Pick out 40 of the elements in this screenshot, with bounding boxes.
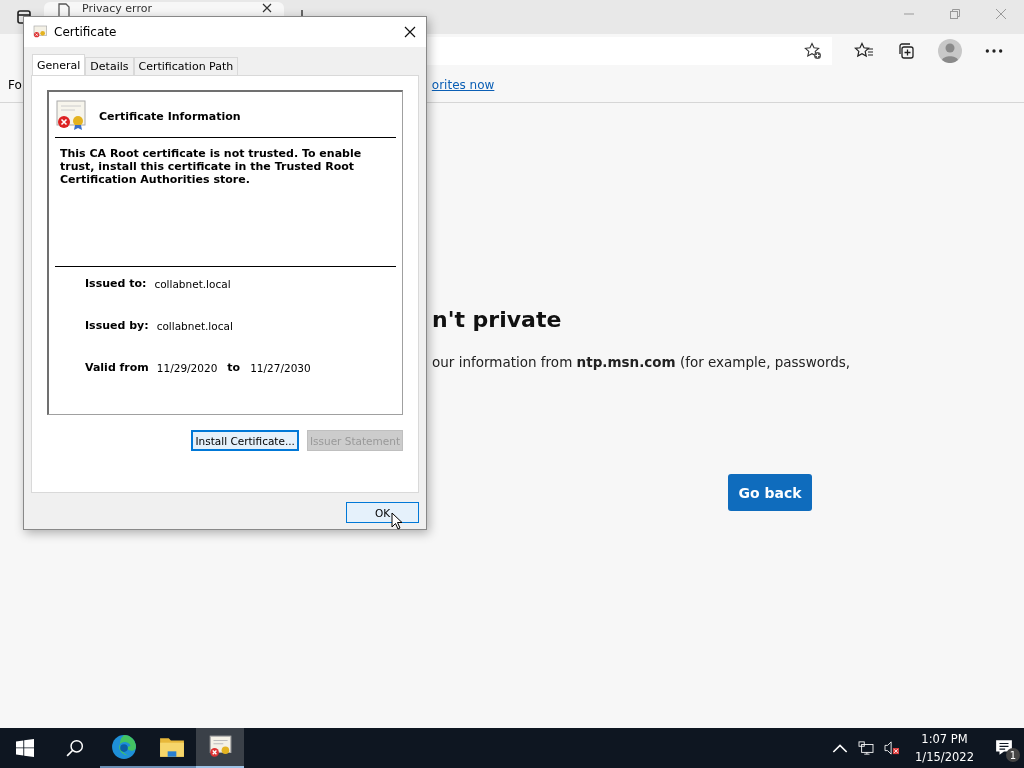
warning-message: our information from ntp.msn.com (for example, passwords, bbox=[432, 354, 852, 370]
notification-badge: 1 bbox=[1006, 748, 1020, 762]
go-back-button[interactable]: Go back bbox=[728, 474, 812, 511]
favorites-icon[interactable] bbox=[854, 42, 874, 60]
dialog-tab[interactable]: General bbox=[32, 54, 86, 75]
valid-to-date: 11/27/2030 bbox=[250, 361, 311, 374]
dialog-tab[interactable]: Details bbox=[85, 57, 134, 75]
favorites-link[interactable]: orites now bbox=[431, 78, 495, 92]
close-icon[interactable] bbox=[404, 26, 416, 38]
search-icon[interactable] bbox=[66, 739, 84, 757]
dialog-title: Certificate bbox=[54, 25, 117, 39]
page-heading: n't private bbox=[432, 307, 563, 332]
certificate-icon[interactable] bbox=[207, 734, 233, 760]
valid-from-date: 11/29/2020 bbox=[156, 361, 218, 374]
collections-icon[interactable] bbox=[896, 42, 916, 60]
dialog-button[interactable]: Install Certificate... bbox=[191, 430, 299, 451]
dialog-tab[interactable]: Certification Path bbox=[133, 57, 239, 75]
add-favorite-icon[interactable] bbox=[804, 42, 822, 60]
start-icon[interactable] bbox=[16, 739, 34, 757]
clock[interactable]: 1:07 PM 1/15/2022 bbox=[915, 730, 974, 766]
ok-button[interactable]: OK bbox=[346, 502, 419, 523]
certificate-icon bbox=[32, 24, 48, 40]
field-label: Issued by: bbox=[85, 319, 149, 332]
profile-icon[interactable] bbox=[938, 39, 962, 63]
volume-muted-icon[interactable] bbox=[884, 741, 901, 755]
favorites-bar-text: Fo bbox=[8, 78, 22, 92]
close-icon[interactable] bbox=[262, 3, 272, 13]
field-value: collabnet.local bbox=[156, 319, 233, 332]
browser-icon[interactable] bbox=[111, 734, 137, 760]
field-value: collabnet.local bbox=[154, 277, 231, 290]
mouse-cursor-icon bbox=[391, 512, 403, 530]
field-label: Issued to: bbox=[85, 277, 147, 290]
notifications-icon[interactable] bbox=[995, 739, 1013, 757]
info-heading: Certificate Information bbox=[99, 109, 241, 123]
field-label: to bbox=[227, 361, 241, 374]
network-icon[interactable] bbox=[858, 741, 875, 755]
untrusted-certificate-icon bbox=[55, 100, 87, 132]
field-label: Valid from bbox=[85, 361, 149, 374]
trust-warning: This CA Root certificate is not trusted. To enable trust, install this certificate in the Trusted Root Certification Authorities store. bbox=[60, 147, 363, 188]
tab-actions-icon[interactable] bbox=[16, 9, 32, 25]
